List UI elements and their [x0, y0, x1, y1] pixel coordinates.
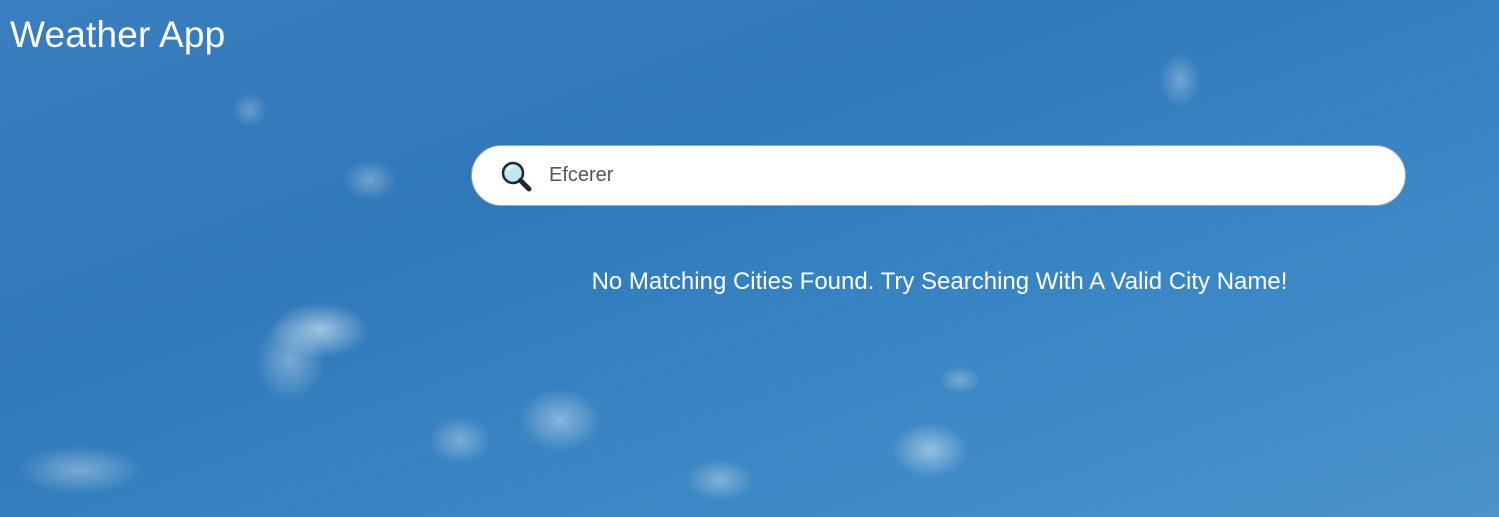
app-title: Weather App: [10, 14, 226, 55]
search-bar[interactable]: [471, 145, 1406, 206]
city-search-input[interactable]: [547, 154, 1371, 197]
magnifying-glass-icon[interactable]: [499, 159, 533, 193]
no-results-message: No Matching Cities Found. Try Searching …: [591, 268, 1288, 295]
